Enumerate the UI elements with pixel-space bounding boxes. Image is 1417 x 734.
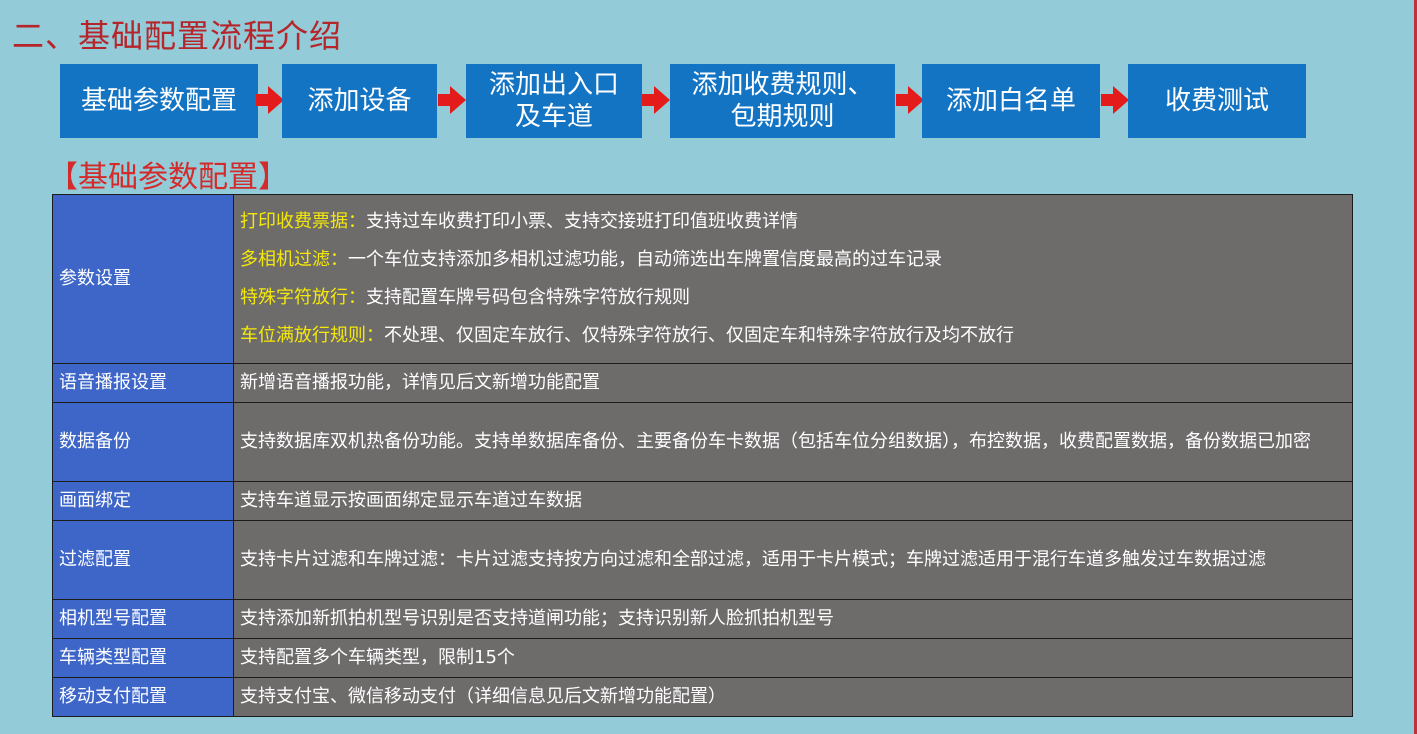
content-line: 车位满放行规则：不处理、仅固定车放行、仅特殊字符放行、仅固定车和特殊字符放行及均… <box>240 317 1346 355</box>
right-arrow-icon <box>896 86 924 114</box>
line-text: 支持过车收费打印小票、支持交接班打印值班收费详情 <box>366 211 798 232</box>
line-key: 特殊字符放行： <box>240 287 366 308</box>
flow-step-add-fee-rules: 添加收费规则、 包期规则 <box>670 64 895 138</box>
config-table: 参数设置 打印收费票据：支持过车收费打印小票、支持交接班打印值班收费详情 多相机… <box>52 194 1353 717</box>
table-row: 数据备份 支持数据库双机热备份功能。支持单数据库备份、主要备份车卡数据（包括车位… <box>52 402 1353 482</box>
line-key: 打印收费票据： <box>240 211 366 232</box>
line-key: 车位满放行规则： <box>240 325 384 346</box>
flow-step-fee-test: 收费测试 <box>1128 64 1306 138</box>
row-content: 支持添加新抓拍机型号识别是否支持道闸功能；支持识别新人脸抓拍机型号 <box>233 599 1353 639</box>
row-label: 语音播报设置 <box>52 363 234 403</box>
line-text: 不处理、仅固定车放行、仅特殊字符放行、仅固定车和特殊字符放行及均不放行 <box>384 325 1014 346</box>
table-row: 车辆类型配置 支持配置多个车辆类型，限制15个 <box>52 638 1353 678</box>
process-flow: 基础参数配置 添加设备 添加出入口 及车道 添加收费规则、 包期规则 添加白名单… <box>0 0 1417 150</box>
right-arrow-icon <box>642 86 670 114</box>
flow-step-add-entrance-lane: 添加出入口 及车道 <box>466 64 642 138</box>
section-heading: 【基础参数配置】 <box>48 160 288 195</box>
flow-step-add-whitelist: 添加白名单 <box>922 64 1100 138</box>
right-arrow-icon <box>438 86 466 114</box>
row-content: 打印收费票据：支持过车收费打印小票、支持交接班打印值班收费详情 多相机过滤：一个… <box>233 194 1353 364</box>
row-label: 过滤配置 <box>52 520 234 600</box>
table-row: 语音播报设置 新增语音播报功能，详情见后文新增功能配置 <box>52 363 1353 403</box>
flow-step-add-device: 添加设备 <box>282 64 437 138</box>
line-key: 多相机过滤： <box>240 249 348 270</box>
row-content: 支持数据库双机热备份功能。支持单数据库备份、主要备份车卡数据（包括车位分组数据）… <box>233 402 1353 482</box>
flow-step-basic-params: 基础参数配置 <box>60 64 258 138</box>
table-row: 参数设置 打印收费票据：支持过车收费打印小票、支持交接班打印值班收费详情 多相机… <box>52 194 1353 364</box>
right-arrow-icon <box>256 86 284 114</box>
row-content: 支持卡片过滤和车牌过滤：卡片过滤支持按方向过滤和全部过滤，适用于卡片模式；车牌过… <box>233 520 1353 600</box>
row-label: 车辆类型配置 <box>52 638 234 678</box>
row-label: 数据备份 <box>52 402 234 482</box>
content-line: 多相机过滤：一个车位支持添加多相机过滤功能，自动筛选出车牌置信度最高的过车记录 <box>240 241 1346 279</box>
row-content: 支持车道显示按画面绑定显示车道过车数据 <box>233 481 1353 521</box>
content-line: 打印收费票据：支持过车收费打印小票、支持交接班打印值班收费详情 <box>240 203 1346 241</box>
table-row: 相机型号配置 支持添加新抓拍机型号识别是否支持道闸功能；支持识别新人脸抓拍机型号 <box>52 599 1353 639</box>
row-content: 支持支付宝、微信移动支付（详细信息见后文新增功能配置） <box>233 677 1353 717</box>
table-row: 画面绑定 支持车道显示按画面绑定显示车道过车数据 <box>52 481 1353 521</box>
row-content: 新增语音播报功能，详情见后文新增功能配置 <box>233 363 1353 403</box>
row-label: 参数设置 <box>52 194 234 364</box>
row-label: 相机型号配置 <box>52 599 234 639</box>
row-label: 画面绑定 <box>52 481 234 521</box>
content-line: 特殊字符放行：支持配置车牌号码包含特殊字符放行规则 <box>240 279 1346 317</box>
table-row: 过滤配置 支持卡片过滤和车牌过滤：卡片过滤支持按方向过滤和全部过滤，适用于卡片模… <box>52 520 1353 600</box>
table-row: 移动支付配置 支持支付宝、微信移动支付（详细信息见后文新增功能配置） <box>52 677 1353 717</box>
line-text: 支持配置车牌号码包含特殊字符放行规则 <box>366 287 690 308</box>
right-arrow-icon <box>1101 86 1129 114</box>
row-content: 支持配置多个车辆类型，限制15个 <box>233 638 1353 678</box>
row-label: 移动支付配置 <box>52 677 234 717</box>
line-text: 一个车位支持添加多相机过滤功能，自动筛选出车牌置信度最高的过车记录 <box>348 249 942 270</box>
